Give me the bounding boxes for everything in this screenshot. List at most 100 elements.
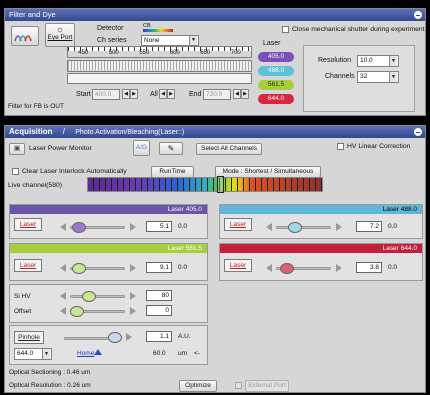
filter-and-dye-titlebar: Filter and Dye — [5, 9, 425, 21]
channels-select[interactable]: 32 ▼ — [357, 71, 399, 83]
photo-activation-tab[interactable]: Photo Activation/Bleaching(Laser::) — [75, 129, 184, 136]
collapse-icon[interactable] — [414, 128, 422, 136]
laser-488-slider-knob[interactable] — [288, 222, 302, 233]
ruler-tick: 550 — [139, 50, 150, 56]
laser-561-slider-knob[interactable] — [72, 263, 86, 274]
laser-561-header: Laser 561.5 — [10, 244, 207, 253]
live-channel-indicator[interactable] — [217, 176, 224, 193]
laser-488-toggle[interactable]: 488.0 — [258, 66, 294, 76]
external-port-checkbox[interactable] — [235, 382, 242, 389]
resolution-label: Resolution — [318, 57, 352, 64]
laser-488-decrease-icon[interactable] — [266, 223, 272, 231]
ch-series-value: None — [144, 37, 160, 44]
pinhole-button[interactable]: Pinhole — [14, 331, 44, 344]
laser-644-increase-icon[interactable] — [336, 264, 342, 272]
laser-488-header: Laser 488.0 — [220, 205, 422, 214]
end-increment-button[interactable]: ▶ — [241, 89, 249, 99]
laser-405-decrease-icon[interactable] — [60, 223, 66, 231]
si-hv-slider-knob[interactable] — [82, 291, 96, 302]
select-all-channels-button[interactable]: Select All Channels — [196, 143, 262, 155]
pinhole-wavelength-select[interactable]: 644.0 ▼ — [14, 348, 52, 360]
clear-interlock-checkbox[interactable] — [12, 168, 19, 175]
mechanical-shutter-label: Close mechanical shutter during experime… — [292, 26, 425, 33]
laser-405-button[interactable]: Laser — [14, 218, 42, 231]
hv-linear-correction-checkbox[interactable] — [337, 143, 344, 150]
ruler-tick: 650 — [200, 50, 211, 56]
resolution-select[interactable]: 10.0 ▼ — [357, 55, 399, 67]
laser-405-slider-knob[interactable] — [72, 222, 86, 233]
laser-405-panel: Laser 405.0 Laser 5.1 0.0 — [9, 204, 208, 239]
laser-644-slider-knob[interactable] — [280, 263, 294, 274]
laser-561-decrease-icon[interactable] — [60, 264, 66, 272]
laser-488-increase-icon[interactable] — [336, 223, 342, 231]
emission-range-bar[interactable] — [67, 60, 252, 72]
chevron-down-icon: ▼ — [42, 349, 50, 359]
pinhole-wavelength-value: 644.0 — [17, 350, 34, 357]
external-port-button[interactable]: External Port — [245, 380, 289, 392]
pinhole-um-value: 60.0 — [153, 350, 166, 357]
channels-label: Channels — [325, 73, 355, 80]
edit-button[interactable]: ✎ — [159, 142, 183, 155]
laser-561-value[interactable]: 9.1 — [146, 262, 172, 273]
laser-644-panel: Laser 644.0 Laser 3.8 0.0 — [219, 243, 423, 281]
filter-and-dye-title: Filter and Dye — [9, 10, 56, 19]
all-decrement-button[interactable]: ◀ — [159, 89, 167, 99]
all-label: All — [150, 91, 158, 98]
all-increment-button[interactable]: ▶ — [167, 89, 175, 99]
eye-port-button[interactable]: ☼ Eye Port — [45, 23, 75, 47]
emission-range-bar-2[interactable] — [67, 73, 252, 84]
laser-644-toggle[interactable]: 644.0 — [258, 94, 294, 104]
laser-405-extra: 0.0 — [178, 223, 188, 230]
collapse-icon[interactable] — [414, 11, 422, 19]
laser-644-decrease-icon[interactable] — [266, 264, 272, 272]
mechanical-shutter-checkbox[interactable] — [282, 26, 289, 33]
si-hv-decrease-icon[interactable] — [60, 292, 66, 300]
channels-value: 32 — [360, 73, 368, 80]
laser-488-value[interactable]: 7.2 — [356, 221, 382, 232]
pinhole-increase-icon[interactable] — [126, 333, 132, 341]
laser-644-button[interactable]: Laser — [224, 259, 252, 272]
si-hv-slider-track[interactable] — [70, 295, 125, 298]
pinhole-arrow-label: <- — [194, 350, 200, 357]
offset-slider-knob[interactable] — [70, 306, 84, 317]
laser-header: Laser — [263, 40, 281, 47]
start-input[interactable]: 400.0 — [92, 89, 120, 100]
eye-port-label: Eye Port — [47, 34, 73, 41]
pinhole-au-value[interactable]: 1.1 — [146, 331, 172, 342]
laser-561-increase-icon[interactable] — [130, 264, 136, 272]
dye-button[interactable] — [11, 26, 39, 46]
offset-value[interactable]: 0 — [146, 305, 172, 316]
laser-488-slider-track[interactable] — [276, 226, 331, 229]
end-input[interactable]: 720.0 — [203, 89, 231, 100]
pinhole-slider-knob[interactable] — [108, 332, 122, 343]
laser-power-monitor-icon-button[interactable]: ▣ — [9, 143, 25, 155]
optimize-button[interactable]: Optimize — [179, 380, 217, 392]
laser-405-header: Laser 405.0 — [10, 205, 207, 214]
laser-405-value[interactable]: 5.1 — [146, 221, 172, 232]
home-link[interactable]: Home — [77, 350, 94, 357]
si-hv-value[interactable]: 80 — [146, 290, 172, 301]
ag-button[interactable]: A/G — [133, 140, 150, 156]
acquisition-panel: Acquisition / Photo Activation/Bleaching… — [4, 125, 426, 393]
ruler-tick-labels: 450 500 550 600 650 700 — [68, 50, 251, 56]
monitor-icon: ▣ — [13, 145, 21, 152]
laser-405-toggle[interactable]: 405.0 — [258, 52, 294, 62]
start-decrement-button[interactable]: ◀ — [122, 89, 130, 99]
laser-561-button[interactable]: Laser — [14, 259, 42, 272]
pinhole-um-unit: um — [178, 350, 188, 357]
laser-644-value[interactable]: 3.8 — [356, 262, 382, 273]
offset-decrease-icon[interactable] — [60, 307, 66, 315]
laser-488-button[interactable]: Laser — [224, 218, 252, 231]
home-arrow-icon — [94, 349, 102, 355]
end-decrement-button[interactable]: ◀ — [233, 89, 241, 99]
start-increment-button[interactable]: ▶ — [130, 89, 138, 99]
ruler-tick: 600 — [169, 50, 180, 56]
laser-405-increase-icon[interactable] — [130, 223, 136, 231]
ch-series-select[interactable]: None ▼ — [141, 35, 199, 46]
acquisition-titlebar: Acquisition / Photo Activation/Bleaching… — [5, 126, 425, 138]
offset-increase-icon[interactable] — [130, 307, 136, 315]
live-channel-strip[interactable] — [87, 177, 323, 192]
si-hv-increase-icon[interactable] — [130, 292, 136, 300]
eye-port-icon: ☼ — [55, 24, 65, 34]
laser-561-toggle[interactable]: 561.5 — [258, 80, 294, 90]
